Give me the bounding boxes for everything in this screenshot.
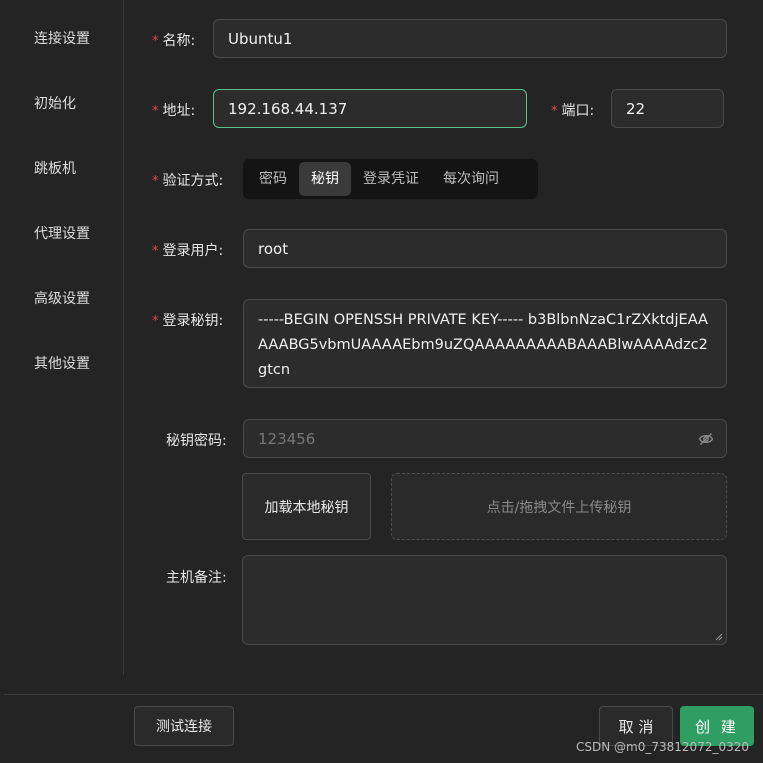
- eye-off-icon[interactable]: [698, 431, 714, 447]
- sidebar-item-connection[interactable]: 连接设置: [34, 28, 90, 48]
- settings-sidebar: 连接设置 初始化 跳板机 代理设置 高级设置 其他设置: [0, 0, 124, 675]
- name-label: * 名称:: [152, 30, 195, 50]
- upload-key-dropzone[interactable]: 点击/拖拽文件上传秘钥: [391, 473, 727, 540]
- auth-option-key[interactable]: 秘钥: [299, 162, 351, 196]
- key-label: * 登录秘钥:: [152, 310, 223, 330]
- required-mark: *: [551, 104, 558, 119]
- required-mark: *: [152, 104, 159, 119]
- user-input[interactable]: root: [243, 229, 727, 268]
- passphrase-input[interactable]: 123456: [243, 419, 727, 458]
- passphrase-label: 秘钥密码:: [166, 433, 227, 449]
- user-label-text: 登录用户:: [162, 243, 224, 259]
- notes-label: 主机备注:: [166, 570, 227, 586]
- auth-label: * 验证方式:: [152, 170, 223, 190]
- address-label-text: 地址:: [162, 103, 196, 119]
- load-local-key-button[interactable]: 加载本地秘钥: [242, 473, 371, 540]
- auth-option-ask[interactable]: 每次询问: [431, 162, 511, 196]
- sidebar-item-advanced[interactable]: 高级设置: [34, 288, 90, 308]
- name-input[interactable]: Ubuntu1: [213, 19, 727, 58]
- sidebar-item-jump-host[interactable]: 跳板机: [34, 158, 76, 178]
- required-mark: *: [152, 174, 159, 189]
- resize-handle-icon[interactable]: [715, 633, 723, 641]
- port-label: * 端口:: [551, 100, 594, 120]
- footer-divider: [4, 694, 763, 695]
- sidebar-item-init[interactable]: 初始化: [34, 93, 76, 113]
- sidebar-item-proxy[interactable]: 代理设置: [34, 223, 90, 243]
- notes-textarea[interactable]: [242, 555, 727, 645]
- required-mark: *: [152, 34, 159, 49]
- key-label-text: 登录秘钥:: [162, 313, 224, 329]
- user-label: * 登录用户:: [152, 240, 223, 260]
- name-label-text: 名称:: [162, 33, 196, 49]
- watermark: CSDN @m0_73812072_0320: [576, 740, 749, 754]
- address-input[interactable]: 192.168.44.137: [213, 89, 527, 128]
- address-label: * 地址:: [152, 100, 195, 120]
- auth-method-segmented: 密码 秘钥 登录凭证 每次询问: [243, 159, 538, 199]
- port-label-text: 端口:: [561, 103, 595, 119]
- private-key-textarea[interactable]: -----BEGIN OPENSSH PRIVATE KEY----- b3Bl…: [243, 299, 727, 388]
- test-connection-button[interactable]: 测试连接: [134, 706, 234, 746]
- required-mark: *: [152, 244, 159, 259]
- port-input[interactable]: 22: [611, 89, 724, 128]
- auth-option-credential[interactable]: 登录凭证: [351, 162, 431, 196]
- auth-label-text: 验证方式:: [162, 173, 224, 189]
- auth-option-password[interactable]: 密码: [247, 162, 299, 196]
- passphrase-placeholder: 123456: [258, 429, 316, 448]
- required-mark: *: [152, 314, 159, 329]
- sidebar-item-other[interactable]: 其他设置: [34, 353, 90, 373]
